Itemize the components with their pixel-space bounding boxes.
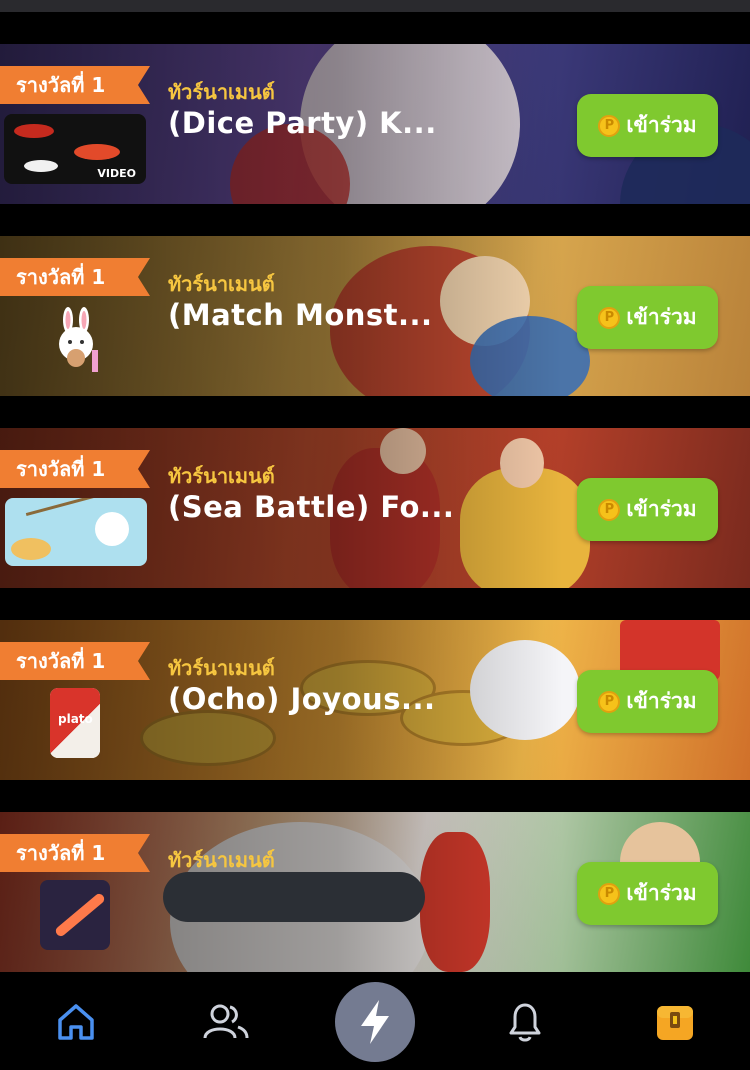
tournament-card[interactable]: รางวัลที่ 1 ทัวร์นาเมนต์ P เข้าร่วม (0, 812, 750, 972)
coin-icon: P (598, 114, 621, 137)
rank-banner: รางวัลที่ 1 (0, 450, 150, 488)
coin-icon: P (598, 306, 621, 329)
treasure-chest-icon (657, 1006, 693, 1040)
tournament-card[interactable]: รางวัลที่ 1 ทัวร์นาเมนต์ (Sea Battle) Fo… (0, 428, 750, 588)
game-thumbnail (5, 498, 147, 566)
nav-rewards[interactable] (647, 994, 703, 1050)
game-thumbnail: plato (50, 688, 100, 758)
join-label: เข้าร่วม (626, 497, 697, 521)
video-label: VIDEO (97, 167, 136, 180)
coin-icon: P (598, 882, 621, 905)
coin-icon: P (598, 690, 621, 713)
rank-banner: รางวัลที่ 1 (0, 66, 150, 104)
tournament-title: (Ocho) Joyous... (168, 682, 436, 716)
tournament-tag: ทัวร์นาเมนต์ (168, 656, 275, 680)
game-thumbnail (40, 880, 110, 950)
tournament-title: (Sea Battle) Fo... (168, 490, 455, 524)
home-icon (58, 1004, 94, 1040)
join-button[interactable]: P เข้าร่วม (577, 94, 718, 157)
coin-icon: P (598, 498, 621, 521)
game-thumbnail: VIDEO (4, 114, 146, 184)
join-button[interactable]: P เข้าร่วม (577, 862, 718, 925)
bottom-nav (0, 972, 750, 1070)
join-label: เข้าร่วม (626, 305, 697, 329)
status-bar (0, 0, 750, 12)
tournament-card[interactable]: รางวัลที่ 1 VIDEO ทัวร์นาเมนต์ (Dice Par… (0, 44, 750, 204)
bell-icon (509, 1003, 541, 1042)
thumb-brand: plato (58, 712, 93, 726)
tournament-card[interactable]: รางวัลที่ 1 plato ทัวร์นาเมนต์ (Ocho) Jo… (0, 620, 750, 780)
lightning-icon (361, 1000, 389, 1044)
friends-icon (203, 1004, 249, 1039)
title-loading-placeholder (163, 872, 425, 922)
tournament-title: (Match Monst... (168, 298, 433, 332)
join-button[interactable]: P เข้าร่วม (577, 286, 718, 349)
join-button[interactable]: P เข้าร่วม (577, 478, 718, 541)
rank-banner: รางวัลที่ 1 (0, 258, 150, 296)
tournament-card[interactable]: รางวัลที่ 1 ทัวร์นาเมนต์ (Match Monst...… (0, 236, 750, 396)
nav-notifications[interactable] (497, 994, 553, 1050)
nav-play[interactable] (335, 982, 415, 1062)
tournament-tag: ทัวร์นาเมนต์ (168, 464, 275, 488)
game-thumbnail (48, 306, 104, 376)
join-button[interactable]: P เข้าร่วม (577, 670, 718, 733)
tournament-tag: ทัวร์นาเมนต์ (168, 272, 275, 296)
nav-home[interactable] (48, 994, 104, 1050)
nav-friends[interactable] (198, 994, 254, 1050)
tournament-title: (Dice Party) K... (168, 106, 437, 140)
join-label: เข้าร่วม (626, 113, 697, 137)
bunny-icon (59, 307, 98, 372)
rank-banner: รางวัลที่ 1 (0, 834, 150, 872)
join-label: เข้าร่วม (626, 881, 697, 905)
tournament-tag: ทัวร์นาเมนต์ (168, 80, 275, 104)
join-label: เข้าร่วม (626, 689, 697, 713)
rank-banner: รางวัลที่ 1 (0, 642, 150, 680)
